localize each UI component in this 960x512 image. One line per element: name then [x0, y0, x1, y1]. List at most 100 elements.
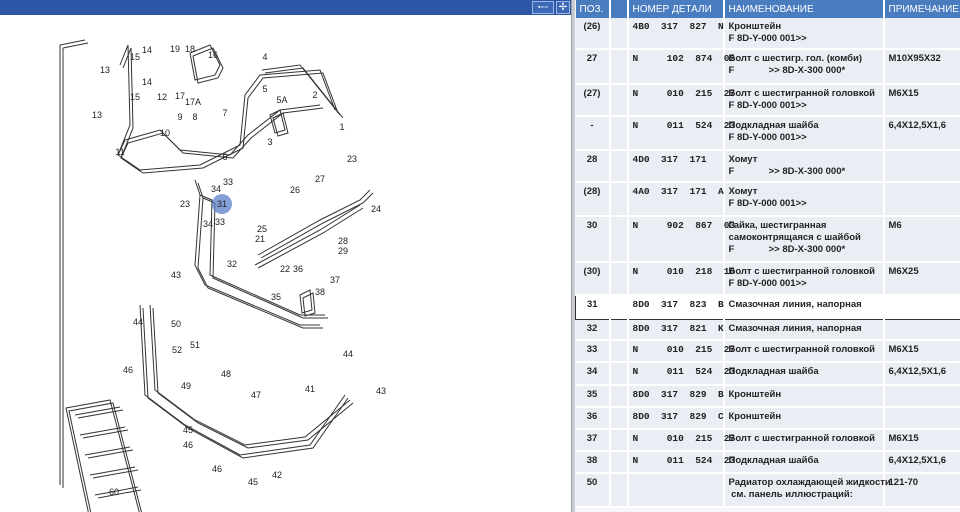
- parts-table: ПОЗ. НОМЕР ДЕТАЛИ НАИМЕНОВАНИЕ ПРИМЕЧАНИЕ (…: [575, 0, 960, 508]
- blank-cell: [609, 216, 629, 263]
- callout-label[interactable]: 32: [227, 259, 237, 269]
- table-row[interactable]: 30 N 902 867 03 Гайка, шестигранная самокон…: [575, 216, 960, 263]
- callout-label[interactable]: 33: [215, 217, 225, 227]
- callout-label[interactable]: 13: [92, 110, 102, 120]
- callout-label[interactable]: 51: [190, 340, 200, 350]
- callout-label[interactable]: 5A: [276, 95, 287, 105]
- callout-label[interactable]: 28: [338, 236, 348, 246]
- callout-label[interactable]: 33: [223, 177, 233, 187]
- table-row[interactable]: 28 4D0 317 171 Хомут F >> 8D-X-300 000*: [575, 150, 960, 183]
- pipe-line: [302, 292, 316, 317]
- callout-label[interactable]: 27: [315, 174, 325, 184]
- callout-label[interactable]: 18: [185, 44, 195, 54]
- table-row[interactable]: -N 011 524 23 Подкладная шайба F 8D-Y-000 …: [575, 116, 960, 151]
- callout-label[interactable]: 36: [293, 264, 303, 274]
- callout-label[interactable]: 14: [142, 45, 152, 55]
- callout-label[interactable]: 2: [312, 90, 317, 100]
- callout-label[interactable]: 46: [183, 440, 193, 450]
- callout-label[interactable]: 46: [212, 464, 222, 474]
- callout-label[interactable]: 35: [271, 292, 281, 302]
- callout-label[interactable]: 15: [130, 52, 140, 62]
- callout-label[interactable]: 48: [221, 369, 231, 379]
- callout-label[interactable]: 47: [251, 390, 261, 400]
- callout-label[interactable]: 26: [290, 185, 300, 195]
- callout-label[interactable]: 16: [208, 50, 218, 60]
- callout-label[interactable]: 3: [267, 137, 272, 147]
- callout-label[interactable]: 24: [371, 204, 381, 214]
- table-row[interactable]: (30) N 010 218 10 Болт с шестигранной голо…: [575, 262, 960, 296]
- note-cell: M6X15: [883, 340, 960, 363]
- callout-label[interactable]: 7: [222, 108, 227, 118]
- callout-label[interactable]: 12: [157, 92, 167, 102]
- callout-label[interactable]: 45: [183, 425, 193, 435]
- position-cell: 38: [575, 451, 611, 474]
- callout-label[interactable]: 60: [109, 487, 119, 497]
- name-cell: Болт с шестигранной головкой: [723, 340, 885, 363]
- table-row[interactable]: 36 8D0 317 829 C Кронштейн: [575, 407, 960, 430]
- table-row[interactable]: (27) N 010 215 27 Болт с шестигранной голо…: [575, 84, 960, 117]
- callout-label[interactable]: 17: [175, 91, 185, 101]
- callout-label[interactable]: 29: [338, 246, 348, 256]
- callout-label[interactable]: 31: [217, 199, 227, 209]
- table-row[interactable]: 31 8D0 317 823 B Смазочная линия, напорная: [575, 294, 960, 320]
- table-row[interactable]: 32 8D0 317 821 K Смазочная линия, напорная: [575, 319, 960, 341]
- fit-arrows-icon[interactable]: ✢: [556, 1, 570, 14]
- callout-label[interactable]: 49: [181, 381, 191, 391]
- callout-label[interactable]: 34: [211, 184, 221, 194]
- callout-label[interactable]: 6: [222, 152, 227, 162]
- position-cell: 28: [575, 150, 611, 183]
- name-line: Радиатор охлаждающей жидкости: [728, 477, 891, 488]
- part-number-cell: N 011 524 23: [627, 451, 735, 474]
- column-header[interactable]: [609, 0, 629, 18]
- callout-label[interactable]: 17A: [185, 97, 201, 107]
- callout-label[interactable]: 34: [203, 219, 213, 229]
- callout-label[interactable]: 1: [339, 122, 344, 132]
- callout-label[interactable]: 44: [133, 317, 143, 327]
- callout-label[interactable]: 25: [257, 224, 267, 234]
- table-row[interactable]: 37 N 010 215 27 Болт с шестигранной головк…: [575, 429, 960, 452]
- callout-label[interactable]: 23: [347, 154, 357, 164]
- table-row[interactable]: 34 N 011 524 23 Подкладная шайба 6,4X12,5X1…: [575, 362, 960, 386]
- column-header[interactable]: ПОЗ.: [575, 0, 611, 18]
- column-header[interactable]: НАИМЕНОВАНИЕ: [723, 0, 885, 18]
- callout-label[interactable]: 14: [142, 77, 152, 87]
- callout-label[interactable]: 9: [177, 112, 182, 122]
- callout-label[interactable]: 5: [262, 84, 267, 94]
- callout-label[interactable]: 50: [171, 319, 181, 329]
- name-line: Хомут: [728, 186, 758, 197]
- table-row[interactable]: 35 8D0 317 829 B Кронштейн: [575, 385, 960, 408]
- callout-label[interactable]: 43: [376, 386, 386, 396]
- position-cell: 32: [575, 319, 611, 341]
- callout-label[interactable]: 4: [262, 52, 267, 62]
- callout-label[interactable]: 52: [172, 345, 182, 355]
- callout-label[interactable]: 44: [343, 349, 353, 359]
- callout-label[interactable]: 46: [123, 365, 133, 375]
- callout-label[interactable]: 21: [255, 234, 265, 244]
- callout-label[interactable]: 15: [130, 92, 140, 102]
- name-cell: Хомут F 8D-Y-000 001>>: [723, 182, 885, 217]
- table-row[interactable]: (28) 4A0 317 171 A Хомут F 8D-Y-000 001>>: [575, 182, 960, 217]
- table-row[interactable]: 50 Радиатор охлаждающей жидкости см. пане…: [575, 473, 960, 508]
- callout-label[interactable]: 22: [280, 264, 290, 274]
- thumbnail-view-button[interactable]: ▪▫▫▫: [532, 1, 554, 14]
- column-header[interactable]: НОМЕР ДЕТАЛИ: [627, 0, 725, 18]
- note-cell: [883, 18, 960, 50]
- column-header[interactable]: ПРИМЕЧАНИЕ: [883, 0, 960, 18]
- table-row[interactable]: 27 N 102 874 02 Болт с шестигр. гол. (комб…: [575, 49, 960, 85]
- callout-label[interactable]: 11: [115, 147, 124, 157]
- table-row[interactable]: (26) 4B0 317 827 N Кронштейн F 8D-Y-000 001…: [575, 18, 960, 50]
- part-number-cell: 8D0 317 829 C: [627, 407, 725, 430]
- callout-label[interactable]: 23: [180, 199, 190, 209]
- callout-label[interactable]: 42: [272, 470, 282, 480]
- callout-label[interactable]: 37: [330, 275, 340, 285]
- callout-label[interactable]: 10: [160, 128, 170, 138]
- table-row[interactable]: 33 N 010 215 27 Болт с шестигранной головк…: [575, 340, 960, 363]
- callout-label[interactable]: 19: [170, 44, 180, 54]
- callout-label[interactable]: 13: [100, 65, 110, 75]
- callout-label[interactable]: 43: [171, 270, 181, 280]
- callout-label[interactable]: 41: [305, 384, 315, 394]
- callout-label[interactable]: 38: [315, 287, 325, 297]
- table-row[interactable]: 38 N 011 524 23 Подкладная шайба 6,4X12,5X1…: [575, 451, 960, 474]
- callout-label[interactable]: 45: [248, 477, 258, 487]
- callout-label[interactable]: 8: [192, 112, 197, 122]
